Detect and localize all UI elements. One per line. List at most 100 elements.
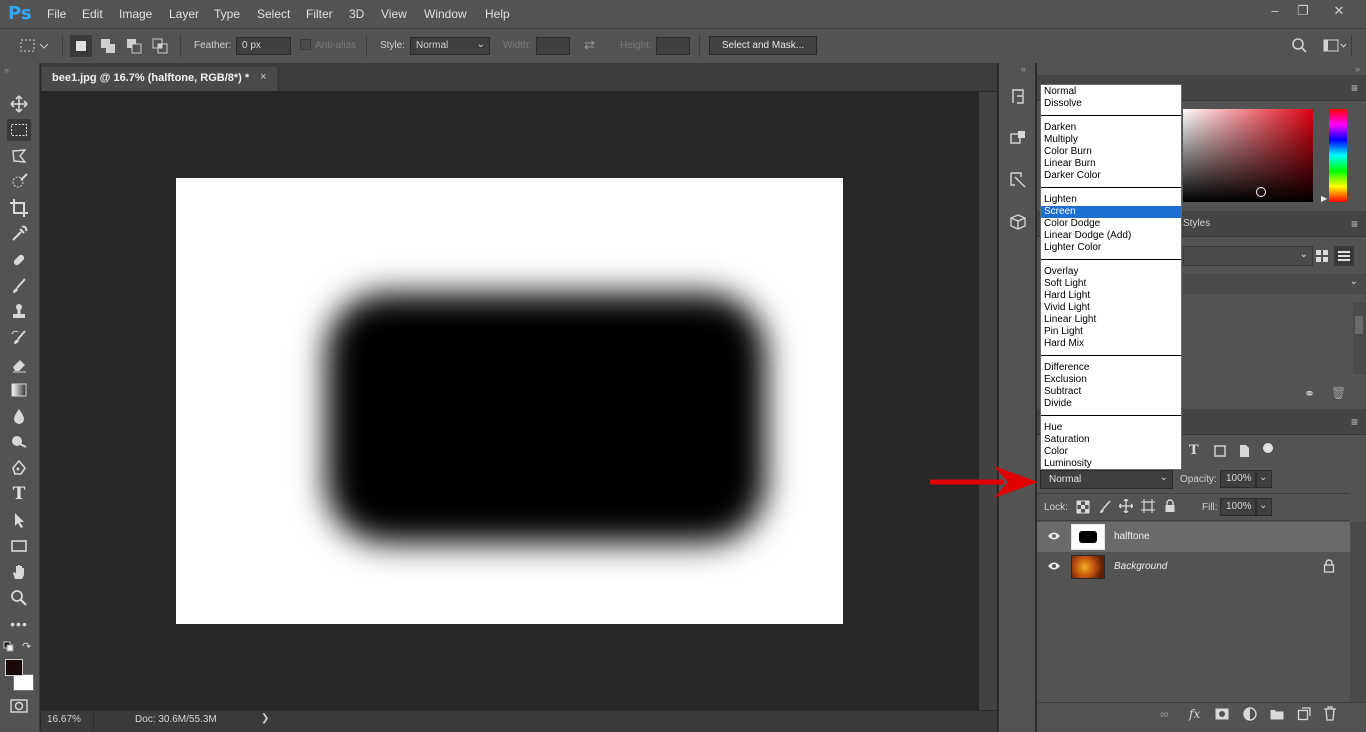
fill-input[interactable]: 100%	[1220, 498, 1256, 516]
healing-icon[interactable]	[7, 249, 31, 271]
height-input[interactable]	[656, 37, 690, 55]
blend-mode-option[interactable]: Multiply	[1041, 134, 1181, 146]
blend-mode-option[interactable]: Divide	[1041, 398, 1181, 410]
panel-menu-icon[interactable]: ≡	[1351, 415, 1358, 429]
close-window-icon[interactable]: ✕	[1326, 3, 1352, 21]
minimize-icon[interactable]: –	[1262, 3, 1288, 21]
vertical-scrollbar[interactable]	[979, 92, 997, 710]
3d-object-icon[interactable]	[1005, 209, 1031, 235]
blend-mode-option[interactable]: Color Burn	[1041, 146, 1181, 158]
lock-transparent-icon[interactable]	[1076, 500, 1090, 517]
panel-menu-icon[interactable]: ≡	[1351, 81, 1358, 95]
hue-slider[interactable]	[1329, 109, 1347, 202]
layer-row-background[interactable]: Background	[1037, 552, 1350, 582]
swap-colors-icon[interactable]: ↷	[22, 640, 31, 653]
menu-3d[interactable]: 3D	[349, 7, 364, 21]
layers-scrollbar[interactable]	[1350, 522, 1366, 702]
menu-select[interactable]: Select	[257, 7, 290, 21]
quick-mask-icon[interactable]	[10, 699, 28, 716]
zoom-icon[interactable]	[7, 587, 31, 609]
blend-mode-option[interactable]: Color	[1041, 446, 1181, 458]
blend-mode-select[interactable]: Normal ⌄	[1040, 470, 1173, 489]
eye-icon[interactable]	[1047, 561, 1061, 574]
fx-icon[interactable]: fx	[1189, 707, 1200, 721]
stamp-icon[interactable]	[7, 301, 31, 323]
opacity-dropdown-icon[interactable]: ⌄	[1256, 470, 1272, 488]
menu-layer[interactable]: Layer	[169, 7, 199, 21]
blend-mode-option[interactable]: Linear Light	[1041, 314, 1181, 326]
color-field[interactable]	[1183, 109, 1313, 202]
smart-object-filter-icon[interactable]	[1237, 444, 1251, 461]
lasso-icon[interactable]	[7, 145, 31, 167]
blend-mode-option[interactable]: Linear Dodge (Add)	[1041, 230, 1181, 242]
blend-mode-dropdown[interactable]: Normal Dissolve Darken Multiply Color Burn Li…	[1040, 84, 1182, 470]
blend-mode-option[interactable]: Darken	[1041, 122, 1181, 134]
blend-mode-option[interactable]: Overlay	[1041, 266, 1181, 278]
path-select-icon[interactable]	[7, 509, 31, 531]
blend-mode-option[interactable]: Exclusion	[1041, 374, 1181, 386]
blend-mode-option[interactable]: Subtract	[1041, 386, 1181, 398]
styles-list[interactable]	[1183, 302, 1353, 374]
document-tab[interactable]: bee1.jpg @ 16.7% (halftone, RGB/8*) * ×	[42, 67, 277, 91]
blend-mode-option[interactable]: Lighten	[1041, 194, 1181, 206]
blend-mode-option[interactable]: Normal	[1041, 86, 1181, 98]
menu-filter[interactable]: Filter	[306, 7, 333, 21]
layer-name[interactable]: halftone	[1114, 531, 1150, 542]
search-icon[interactable]	[1290, 37, 1308, 58]
document-canvas[interactable]	[176, 178, 843, 624]
marquee-icon[interactable]	[7, 119, 31, 141]
style-select[interactable]: Normal ⌄	[410, 37, 490, 55]
status-menu-arrow[interactable]: ❯	[261, 713, 269, 724]
shape-filter-icon[interactable]	[1213, 444, 1227, 461]
menu-type[interactable]: Type	[214, 7, 240, 21]
blend-mode-option[interactable]: Saturation	[1041, 434, 1181, 446]
trash-icon[interactable]: 🗑	[1331, 386, 1346, 400]
hand-icon[interactable]	[7, 561, 31, 583]
collapse-icon[interactable]: »	[4, 65, 9, 75]
new-group-icon[interactable]	[1270, 708, 1284, 723]
color-picker-cursor[interactable]	[1256, 187, 1266, 197]
type-filter-icon[interactable]: T	[1189, 443, 1199, 458]
feather-input[interactable]: 0 px	[236, 37, 291, 55]
styles-scrollbar[interactable]	[1353, 302, 1366, 374]
gradient-icon[interactable]	[7, 379, 31, 401]
panel-menu-icon[interactable]: ≡	[1351, 217, 1358, 231]
adjustment-layer-icon[interactable]	[1243, 707, 1257, 724]
lock-position-icon[interactable]	[1118, 498, 1134, 516]
layer-row-halftone[interactable]: halftone	[1037, 522, 1350, 552]
opacity-input[interactable]: 100%	[1220, 470, 1256, 488]
history-brush-icon[interactable]	[7, 327, 31, 349]
fill-dropdown-icon[interactable]: ⌄	[1256, 498, 1272, 516]
blend-mode-option[interactable]: Linear Burn	[1041, 158, 1181, 170]
blend-mode-option[interactable]: Lighter Color	[1041, 242, 1181, 254]
styles-tab[interactable]: Styles	[1183, 218, 1210, 229]
blend-mode-option[interactable]: Darker Color	[1041, 170, 1181, 182]
blend-mode-option[interactable]: Vivid Light	[1041, 302, 1181, 314]
blend-mode-option[interactable]: Luminosity	[1041, 458, 1181, 469]
eyedropper-icon[interactable]	[7, 223, 31, 245]
marquee-preset-icon[interactable]	[20, 38, 50, 57]
lock-artboard-icon[interactable]	[1141, 499, 1155, 516]
width-input[interactable]	[536, 37, 570, 55]
blend-mode-option[interactable]: Dissolve	[1041, 98, 1181, 110]
add-mask-icon[interactable]	[1215, 708, 1229, 723]
menu-edit[interactable]: Edit	[82, 7, 103, 21]
menu-view[interactable]: View	[381, 7, 407, 21]
antialias-checkbox[interactable]	[300, 39, 311, 50]
collapse-panels-icon[interactable]: »	[1355, 64, 1360, 74]
collapse-dock-icon[interactable]: «	[1021, 64, 1026, 74]
adjustments-panel-icon[interactable]	[1005, 167, 1031, 193]
quick-select-icon[interactable]	[7, 171, 31, 193]
default-colors-icon[interactable]	[3, 641, 15, 656]
filter-toggle-icon[interactable]	[1263, 443, 1273, 453]
lock-all-icon[interactable]	[1164, 499, 1176, 516]
menu-file[interactable]: File	[47, 7, 66, 21]
more-icon[interactable]: •••	[7, 613, 31, 635]
foreground-color-swatch[interactable]	[5, 659, 23, 676]
menu-image[interactable]: Image	[119, 7, 152, 21]
swap-icon[interactable]: ⇄	[584, 37, 595, 53]
intersect-selection-icon[interactable]	[149, 35, 171, 60]
styles-library-header[interactable]: ⌄	[1183, 274, 1366, 294]
select-and-mask-button[interactable]: Select and Mask...	[709, 36, 817, 55]
blur-icon[interactable]	[7, 405, 31, 427]
